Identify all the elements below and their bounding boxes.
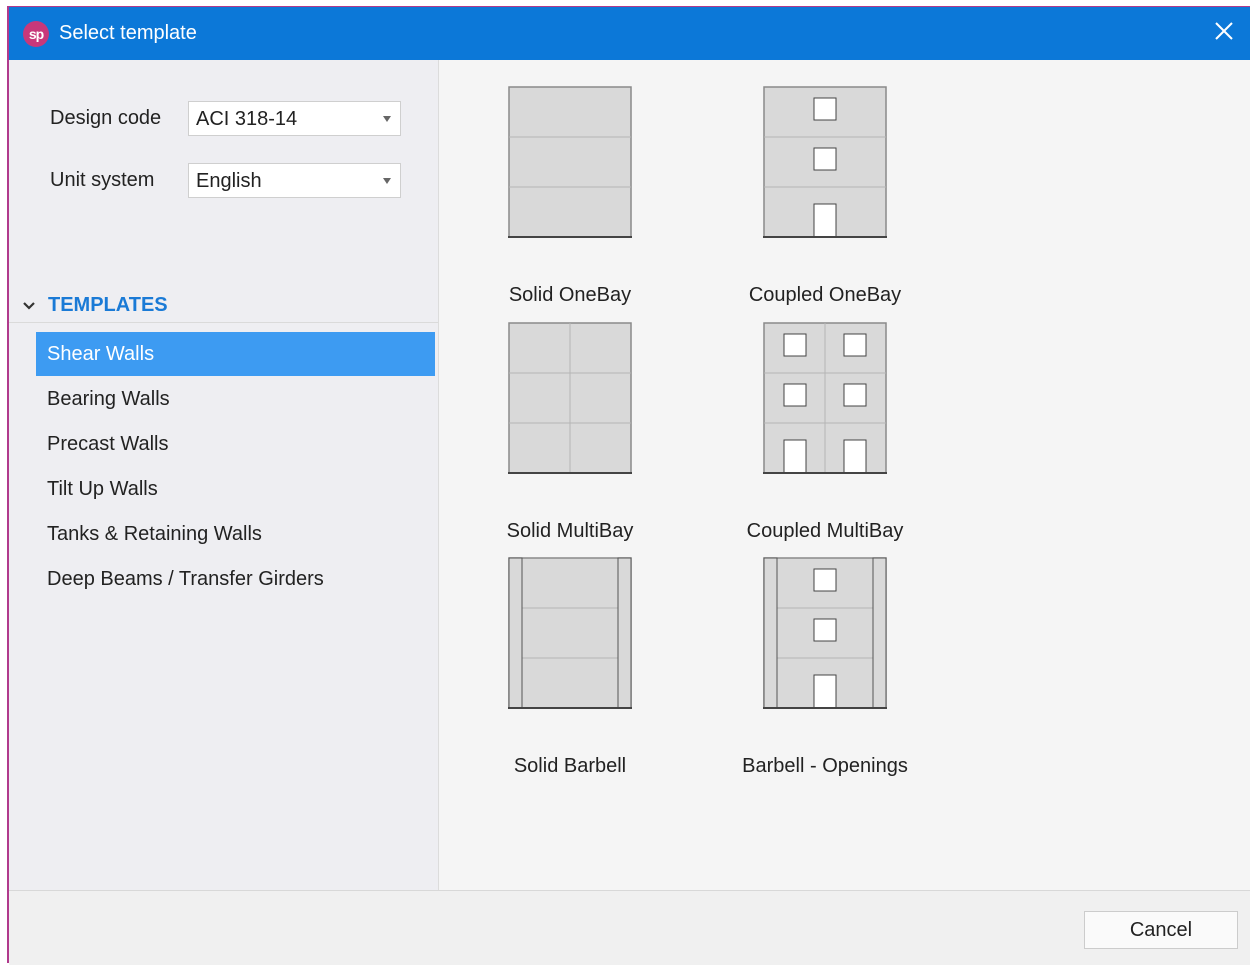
divider <box>9 322 438 323</box>
cancel-button[interactable]: Cancel <box>1084 911 1238 949</box>
template-tile-barbell-openings[interactable]: Barbell - Openings <box>725 557 925 777</box>
template-tile-label: Barbell - Openings <box>742 755 908 777</box>
template-category-label: Bearing Walls <box>47 388 170 410</box>
left-pane: Design code ACI 318-14 Unit system Engli… <box>9 60 439 890</box>
template-tile-label: Coupled OneBay <box>748 284 902 306</box>
template-category-label: Deep Beams / Transfer Girders <box>47 568 324 590</box>
caret-down-icon <box>383 178 391 184</box>
solid-onebay-thumbnail-icon <box>508 86 632 238</box>
unit-system-label: Unit system <box>50 169 155 191</box>
templates-section-header[interactable]: TEMPLATES <box>22 294 168 317</box>
select-template-dialog: sp Select template Design code ACI 318-1… <box>7 6 1250 965</box>
caret-down-icon <box>383 116 391 122</box>
title-bar: sp Select template <box>9 7 1250 60</box>
template-category-label: Tanks & Retaining Walls <box>47 523 262 545</box>
template-category-item[interactable]: Tanks & Retaining Walls <box>36 512 435 556</box>
close-button[interactable] <box>1212 19 1236 43</box>
solid-barbell-thumbnail-icon <box>508 557 632 709</box>
template-gallery: Solid OneBay Coupled OneBay Solid MultiB… <box>439 60 1250 890</box>
barbell-openings-thumbnail-icon <box>763 557 887 709</box>
app-logo-icon: sp <box>23 21 49 47</box>
template-tile-solid-onebay[interactable]: Solid OneBay <box>470 86 670 306</box>
template-category-label: Shear Walls <box>47 343 155 365</box>
chevron-down-icon <box>22 294 38 317</box>
template-tile-label: Solid Barbell <box>513 755 627 777</box>
template-tile-label: Coupled MultiBay <box>746 520 904 542</box>
template-category-label: Precast Walls <box>47 433 169 455</box>
coupled-multibay-thumbnail-icon <box>763 322 887 474</box>
solid-multibay-thumbnail-icon <box>508 322 632 474</box>
template-tile-solid-multibay[interactable]: Solid MultiBay <box>470 322 670 542</box>
unit-system-value: English <box>196 170 262 192</box>
template-tile-label: Solid MultiBay <box>506 520 634 542</box>
unit-system-select[interactable]: English <box>188 163 401 198</box>
template-category-item[interactable]: Shear Walls <box>36 332 435 376</box>
template-category-item[interactable]: Deep Beams / Transfer Girders <box>36 557 435 601</box>
template-tile-coupled-onebay[interactable]: Coupled OneBay <box>725 86 925 306</box>
window-title: Select template <box>59 22 197 44</box>
templates-header-label: TEMPLATES <box>48 294 168 316</box>
dialog-footer: Cancel <box>9 890 1250 965</box>
design-code-label: Design code <box>50 107 162 129</box>
template-tile-solid-barbell[interactable]: Solid Barbell <box>470 557 670 777</box>
close-icon <box>1215 22 1233 40</box>
template-tile-label: Solid OneBay <box>508 284 632 306</box>
coupled-onebay-thumbnail-icon <box>763 86 887 238</box>
design-code-select[interactable]: ACI 318-14 <box>188 101 401 136</box>
template-category-item[interactable]: Tilt Up Walls <box>36 467 435 511</box>
template-tile-coupled-multibay[interactable]: Coupled MultiBay <box>725 322 925 542</box>
template-category-label: Tilt Up Walls <box>47 478 158 500</box>
template-category-item[interactable]: Precast Walls <box>36 422 435 466</box>
template-category-item[interactable]: Bearing Walls <box>36 377 435 421</box>
design-code-value: ACI 318-14 <box>196 108 298 130</box>
